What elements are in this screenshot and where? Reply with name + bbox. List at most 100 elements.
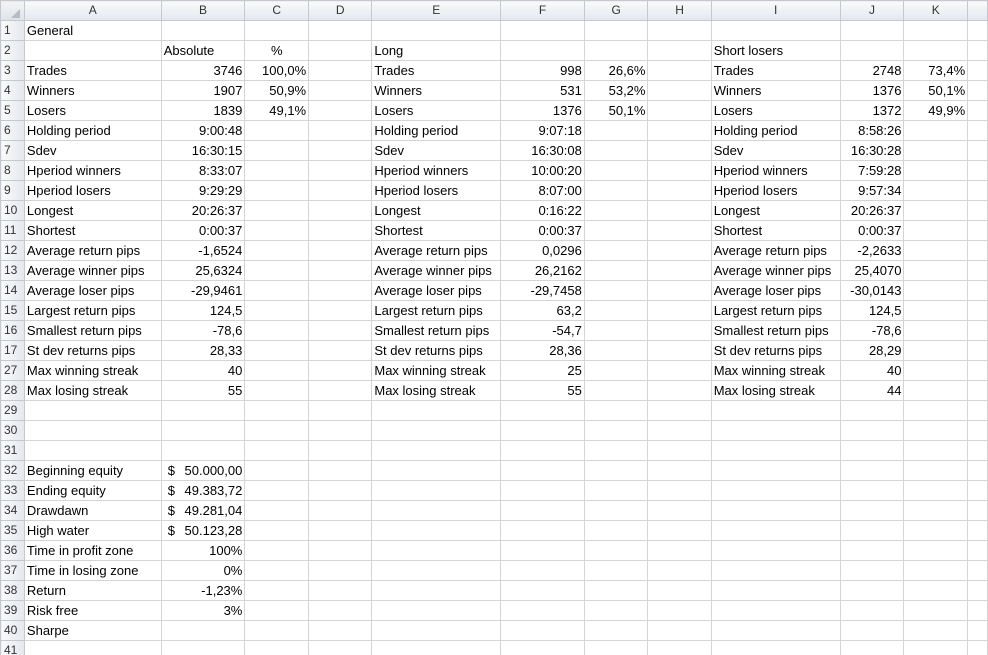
cell-partial[interactable]: [967, 520, 988, 541]
cell-c14[interactable]: [244, 280, 310, 301]
cell-i10[interactable]: Longest: [710, 200, 841, 221]
cell-b4[interactable]: 1907: [160, 80, 246, 101]
cell-e40[interactable]: [371, 620, 502, 641]
row-header[interactable]: 33: [0, 480, 25, 501]
cell-d31[interactable]: [308, 440, 373, 461]
cell-a27[interactable]: Max winning streak: [23, 360, 162, 381]
cell-b29[interactable]: [160, 400, 246, 421]
cell-d39[interactable]: [308, 600, 373, 621]
cell-f30[interactable]: [500, 420, 585, 441]
row-header[interactable]: 28: [0, 380, 25, 401]
cell-partial[interactable]: [967, 400, 988, 421]
cell-a30[interactable]: [23, 420, 162, 441]
cell-h11[interactable]: [647, 220, 712, 241]
row-header[interactable]: 31: [0, 440, 25, 461]
cell-j6[interactable]: 8:58:26: [839, 120, 905, 141]
cell-partial[interactable]: [967, 320, 988, 341]
cell-c6[interactable]: [244, 120, 310, 141]
cell-d12[interactable]: [308, 240, 373, 261]
cell-i35[interactable]: [710, 520, 841, 541]
cell-i2[interactable]: Short losers: [710, 40, 841, 61]
cell-h7[interactable]: [647, 140, 712, 161]
cell-g37[interactable]: [583, 560, 649, 581]
cell-partial[interactable]: [967, 380, 988, 401]
cell-b34[interactable]: $49.281,04: [160, 500, 246, 521]
cell-a31[interactable]: [23, 440, 162, 461]
cell-c5[interactable]: 49,1%: [244, 100, 310, 121]
cell-k4[interactable]: 50,1%: [903, 80, 969, 101]
cell-h37[interactable]: [647, 560, 712, 581]
cell-j4[interactable]: 1376: [839, 80, 905, 101]
cell-c38[interactable]: [244, 580, 310, 601]
row-header[interactable]: 5: [0, 100, 25, 121]
cell-a13[interactable]: Average winner pips: [23, 260, 162, 281]
row-header[interactable]: 8: [0, 160, 25, 181]
cell-e8[interactable]: Hperiod winners: [371, 160, 502, 181]
row-header[interactable]: 40: [0, 620, 25, 641]
cell-e35[interactable]: [371, 520, 502, 541]
column-header-e[interactable]: E: [371, 0, 502, 21]
cell-b40[interactable]: [160, 620, 246, 641]
cell-g16[interactable]: [583, 320, 649, 341]
cell-g31[interactable]: [583, 440, 649, 461]
cell-j39[interactable]: [839, 600, 905, 621]
row-header[interactable]: 10: [0, 200, 25, 221]
cell-j8[interactable]: 7:59:28: [839, 160, 905, 181]
cell-f9[interactable]: 8:07:00: [500, 180, 585, 201]
cell-b6[interactable]: 9:00:48: [160, 120, 246, 141]
cell-partial[interactable]: [967, 500, 988, 521]
cell-c17[interactable]: [244, 340, 310, 361]
cell-b9[interactable]: 9:29:29: [160, 180, 246, 201]
cell-e34[interactable]: [371, 500, 502, 521]
cell-b17[interactable]: 28,33: [160, 340, 246, 361]
cell-h29[interactable]: [647, 400, 712, 421]
cell-partial[interactable]: [967, 140, 988, 161]
cell-partial[interactable]: [967, 360, 988, 381]
cell-partial[interactable]: [967, 580, 988, 601]
cell-g4[interactable]: 53,2%: [583, 80, 649, 101]
row-header[interactable]: 30: [0, 420, 25, 441]
cell-a4[interactable]: Winners: [23, 80, 162, 101]
cell-partial[interactable]: [967, 80, 988, 101]
cell-a34[interactable]: Drawdawn: [23, 500, 162, 521]
cell-e3[interactable]: Trades: [371, 60, 502, 81]
cell-g8[interactable]: [583, 160, 649, 181]
cell-c28[interactable]: [244, 380, 310, 401]
cell-c29[interactable]: [244, 400, 310, 421]
cell-a40[interactable]: Sharpe: [23, 620, 162, 641]
cell-e29[interactable]: [371, 400, 502, 421]
cell-e39[interactable]: [371, 600, 502, 621]
cell-e13[interactable]: Average winner pips: [371, 260, 502, 281]
cell-j34[interactable]: [839, 500, 905, 521]
cell-a37[interactable]: Time in losing zone: [23, 560, 162, 581]
cell-d9[interactable]: [308, 180, 373, 201]
cell-a36[interactable]: Time in profit zone: [23, 540, 162, 561]
cell-i17[interactable]: St dev returns pips: [710, 340, 841, 361]
cell-h17[interactable]: [647, 340, 712, 361]
cell-i32[interactable]: [710, 460, 841, 481]
cell-a17[interactable]: St dev returns pips: [23, 340, 162, 361]
cell-partial[interactable]: [967, 40, 988, 61]
row-header[interactable]: 2: [0, 40, 25, 61]
cell-b5[interactable]: 1839: [160, 100, 246, 121]
row-header[interactable]: 3: [0, 60, 25, 81]
cell-i39[interactable]: [710, 600, 841, 621]
cell-k38[interactable]: [903, 580, 969, 601]
cell-j38[interactable]: [839, 580, 905, 601]
cell-h6[interactable]: [647, 120, 712, 141]
cell-k16[interactable]: [903, 320, 969, 341]
cell-k30[interactable]: [903, 420, 969, 441]
cell-partial[interactable]: [967, 420, 988, 441]
cell-j1[interactable]: [839, 20, 905, 41]
cell-j27[interactable]: 40: [839, 360, 905, 381]
cell-b10[interactable]: 20:26:37: [160, 200, 246, 221]
cell-e31[interactable]: [371, 440, 502, 461]
cell-k40[interactable]: [903, 620, 969, 641]
cell-h41[interactable]: [647, 640, 712, 655]
cell-e2[interactable]: Long: [371, 40, 502, 61]
column-header-b[interactable]: B: [160, 0, 246, 21]
cell-c3[interactable]: 100,0%: [244, 60, 310, 81]
cell-g36[interactable]: [583, 540, 649, 561]
cell-j37[interactable]: [839, 560, 905, 581]
cell-k1[interactable]: [903, 20, 969, 41]
